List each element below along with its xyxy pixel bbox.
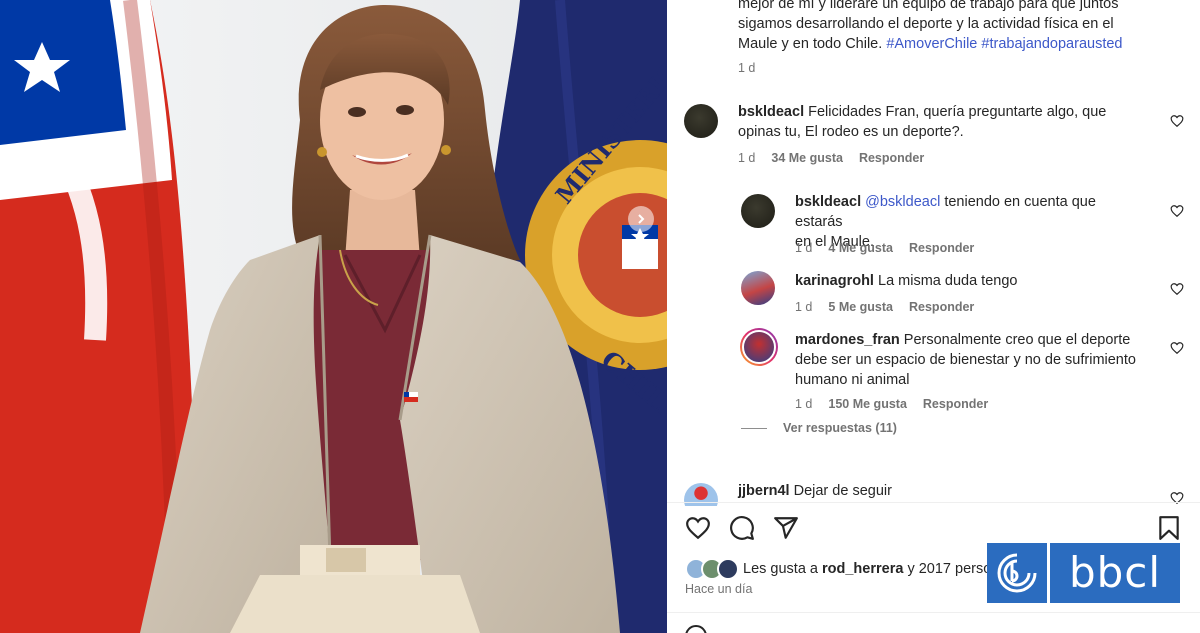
chevron-right-icon <box>638 214 645 224</box>
bbcl-logo: bbcl <box>987 543 1180 603</box>
emoji-icon[interactable] <box>685 625 707 633</box>
post-time[interactable]: Hace un día <box>685 582 752 596</box>
comments-list[interactable]: mejor de mí y lideraré un equipo de trab… <box>667 0 1200 506</box>
comments-panel: mejor de mí y lideraré un equipo de trab… <box>667 0 1200 633</box>
comment-likes[interactable]: 5 Me gusta <box>828 300 893 314</box>
comment-username[interactable]: jjbern4l <box>738 483 790 499</box>
comment-meta: 1 d 5 Me gusta Responder <box>795 300 974 314</box>
heart-icon[interactable] <box>1170 282 1184 296</box>
reply-button[interactable]: Responder <box>923 397 988 411</box>
comment-time[interactable]: 1 d <box>795 241 812 255</box>
view-replies-label: Ver respuestas (11) <box>783 421 897 435</box>
caption-line: sigamos desarrollando el deporte y la ac… <box>738 16 1114 32</box>
comment-body: Felicidades Fran, quería preguntarte alg… <box>808 104 1107 120</box>
post-caption: mejor de mí y lideraré un equipo de trab… <box>738 0 1158 54</box>
avatar[interactable] <box>684 104 718 138</box>
comment-icon[interactable] <box>729 515 755 541</box>
divider <box>667 502 1200 503</box>
likes-prefix: Les gusta a <box>743 561 818 577</box>
divider <box>667 612 1200 613</box>
comment-body: Personalmente creo que el deporte <box>903 332 1131 348</box>
caption-line: mejor de mí y lideraré un equipo de trab… <box>738 0 1119 12</box>
post-image: MINISTERIO DE CHILE <box>0 0 667 633</box>
heart-icon[interactable] <box>685 515 711 541</box>
comment-body: humano ni animal <box>795 372 910 388</box>
heart-icon[interactable] <box>1170 204 1184 218</box>
caption-meta: 1 d <box>738 61 755 75</box>
comment-meta: 1 d 150 Me gusta Responder <box>795 397 988 411</box>
action-bar <box>685 515 799 541</box>
bbcl-logo-mark <box>987 543 1047 603</box>
heart-icon[interactable] <box>1170 114 1184 128</box>
likes-summary: Les gusta a rod_herrera y 2017 perso <box>685 558 991 580</box>
comment-body: Dejar de seguir <box>793 483 892 499</box>
avatar-story-ring[interactable] <box>740 328 778 366</box>
hashtag-link[interactable]: #AmoverChile #trabajandoparausted <box>886 36 1122 52</box>
comment-likes[interactable]: 150 Me gusta <box>828 397 907 411</box>
comment-text: karinagrohl La misma duda tengo <box>795 271 1145 291</box>
comment-time[interactable]: 1 d <box>795 397 812 411</box>
liker-avatars[interactable] <box>685 558 741 580</box>
view-replies-button[interactable]: Ver respuestas (11) <box>741 421 897 435</box>
caption-line: Maule y en todo Chile. #AmoverChile #tra… <box>738 34 1158 54</box>
comment-text: bskldeacl Felicidades Fran, quería pregu… <box>738 102 1138 142</box>
comment-text: jjbern4l Dejar de seguir <box>738 481 1138 501</box>
comment-username[interactable]: karinagrohl <box>795 273 874 289</box>
comment-likes[interactable]: 34 Me gusta <box>771 151 843 165</box>
view-replies-line <box>741 427 767 429</box>
comment-meta: 1 d 34 Me gusta Responder <box>738 151 924 165</box>
comment-time[interactable]: 1 d <box>738 151 755 165</box>
comment-username[interactable]: bskldeacl <box>738 104 804 120</box>
likes-user-link[interactable]: rod_herrera <box>822 561 903 577</box>
heart-icon[interactable] <box>1170 341 1184 355</box>
avatar <box>742 330 776 364</box>
comment-likes[interactable]: 4 Me gusta <box>828 241 893 255</box>
comment-time[interactable]: 1 d <box>795 300 812 314</box>
avatar[interactable] <box>741 194 775 228</box>
bbcl-logo-text: bbcl <box>1050 543 1180 603</box>
comment-username[interactable]: bskldeacl <box>795 194 861 210</box>
share-icon[interactable] <box>773 515 799 541</box>
bbcl-logo-icon <box>997 553 1037 593</box>
reply-button[interactable]: Responder <box>859 151 924 165</box>
reply-button[interactable]: Responder <box>909 241 974 255</box>
comment-body: La misma duda tengo <box>878 273 1018 289</box>
caption-text: Maule y en todo Chile. <box>738 36 883 52</box>
likes-suffix[interactable]: y 2017 perso <box>907 561 991 577</box>
mention-link[interactable]: @bskldeacl <box>865 194 940 210</box>
timestamp[interactable]: 1 d <box>738 61 755 75</box>
carousel-next-button[interactable] <box>628 206 654 232</box>
post-photo[interactable]: MINISTERIO DE CHILE <box>0 0 667 633</box>
avatar[interactable] <box>741 271 775 305</box>
comment-username[interactable]: mardones_fran <box>795 332 900 348</box>
comment-text: mardones_fran Personalmente creo que el … <box>795 330 1165 390</box>
comment-body: opinas tu, El rodeo es un deporte?. <box>738 124 964 140</box>
comment-meta: 1 d 4 Me gusta Responder <box>795 241 974 255</box>
bookmark-icon[interactable] <box>1156 515 1182 541</box>
comment-body: debe ser un espacio de bienestar y no de… <box>795 352 1136 368</box>
avatar <box>717 558 739 580</box>
reply-button[interactable]: Responder <box>909 300 974 314</box>
